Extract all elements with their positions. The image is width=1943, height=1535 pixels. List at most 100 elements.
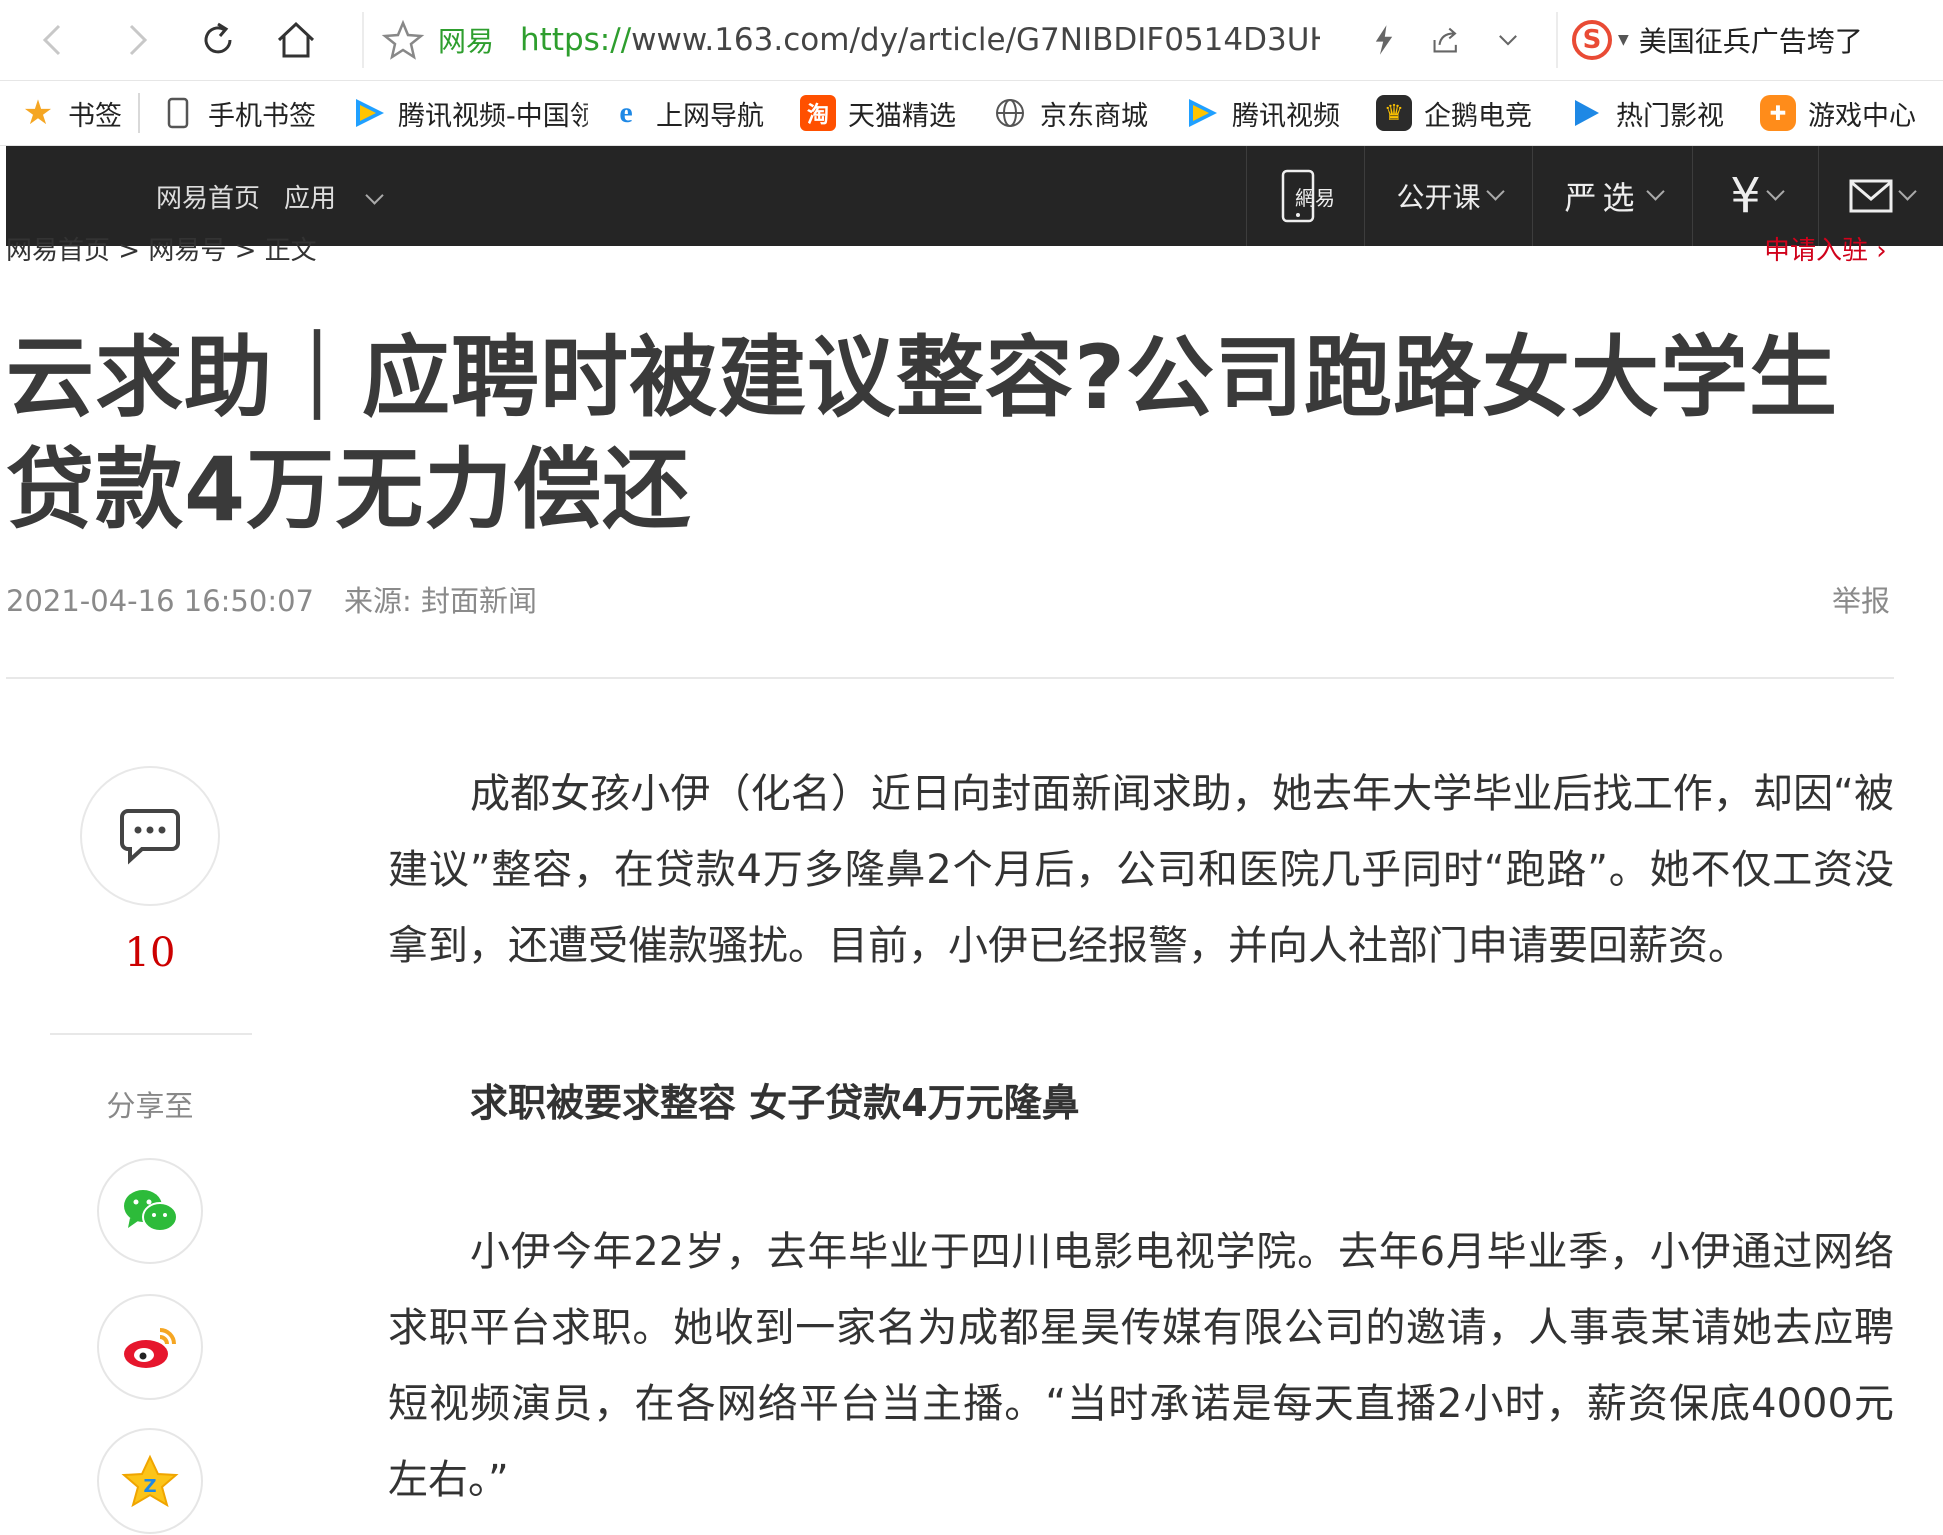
forward-button[interactable] bbox=[108, 12, 164, 68]
gamepad-icon: ✚ bbox=[1760, 95, 1796, 131]
address-bar[interactable]: 网易 https://www.163.com/dy/article/G7NIBD… bbox=[380, 10, 1530, 70]
toolbar-divider bbox=[1556, 12, 1558, 68]
chevron-down-icon bbox=[1485, 181, 1505, 201]
lightning-button[interactable] bbox=[1362, 18, 1406, 62]
breadcrumb[interactable]: 网易首页 > 网易号 > 正文 bbox=[6, 236, 317, 266]
globe-icon bbox=[992, 95, 1028, 131]
bookmarks-bar: ★ 书签 手机书签 腾讯视频-中国领先 e 上网导航 淘 天猫精选 京东商城 腾… bbox=[0, 81, 1943, 146]
yen-icon: ¥ bbox=[1730, 168, 1761, 224]
bookmark-hot-movies[interactable]: 热门影视 bbox=[1548, 81, 1740, 145]
bookmark-label: 企鹅电竞 bbox=[1424, 100, 1532, 132]
mail-icon bbox=[1849, 179, 1893, 213]
nav-open-course[interactable]: 公开课 bbox=[1364, 146, 1533, 246]
article-source[interactable]: 来源: 封面新闻 bbox=[344, 584, 537, 618]
article-paragraph: 成都女孩小伊（化名）近日向封面新闻求助，她去年大学毕业后找工作，却因“被建议”整… bbox=[388, 771, 1894, 969]
share-divider bbox=[50, 1033, 252, 1035]
article-paragraph: 小伊今年22岁，去年毕业于四川电影电视学院。去年6月毕业季，小伊通过网络求职平台… bbox=[388, 1229, 1894, 1503]
penguin-icon: ♛ bbox=[1376, 95, 1412, 131]
netease-logo-text: 網易 bbox=[1295, 185, 1335, 210]
reload-icon bbox=[204, 22, 232, 54]
site-nav-bar: 网易首页 应用 網易 公开课 严选 ¥ bbox=[6, 146, 1943, 246]
share-arrow-icon bbox=[1433, 27, 1457, 53]
svg-text:Z: Z bbox=[143, 1476, 156, 1497]
url-text[interactable]: https://www.163.com/dy/article/G7NIBDIF0… bbox=[520, 22, 1320, 58]
nav-finance[interactable]: ¥ bbox=[1692, 146, 1819, 246]
site-nav-left: 网易首页 应用 bbox=[156, 146, 405, 246]
browser-toolbar: 网易 https://www.163.com/dy/article/G7NIBD… bbox=[0, 0, 1943, 81]
url-path: www.163.com/dy/article/G7NIBDIF0514D3UH. bbox=[631, 22, 1321, 58]
bookmark-label: 腾讯视频 bbox=[1232, 100, 1340, 132]
comment-count[interactable]: 10 bbox=[80, 930, 220, 976]
sogou-search-icon[interactable]: S bbox=[1572, 20, 1612, 60]
share-page-button[interactable] bbox=[1424, 18, 1468, 62]
comment-bubble-icon bbox=[120, 809, 180, 865]
play-icon bbox=[1568, 95, 1604, 131]
bookmark-label: 京东商城 bbox=[1040, 100, 1148, 132]
home-icon bbox=[277, 21, 315, 58]
chevron-down-icon bbox=[1898, 181, 1917, 201]
bookmark-tencent-video-portal[interactable]: 腾讯视频-中国领先 bbox=[332, 81, 588, 145]
apply-join-link[interactable]: 申请入驻 › bbox=[1764, 236, 1887, 266]
search-suggestion-text[interactable]: 美国征兵广告垮了 bbox=[1639, 20, 1863, 60]
toolbar-divider bbox=[362, 12, 364, 68]
forward-arrow-icon bbox=[129, 24, 148, 56]
url-scheme: https:// bbox=[520, 22, 632, 58]
bookmark-star-icon[interactable] bbox=[380, 17, 426, 63]
bookmark-label: 腾讯视频-中国领先 bbox=[398, 100, 588, 132]
taobao-icon: 淘 bbox=[800, 95, 836, 131]
article-subheading: 求职被要求整容 女子贷款4万元隆鼻 bbox=[470, 1081, 1080, 1125]
bookmark-web-nav[interactable]: e 上网导航 bbox=[588, 81, 780, 145]
article-meta: 2021-04-16 16:50:07 来源: 封面新闻 bbox=[6, 578, 537, 620]
back-button[interactable] bbox=[26, 12, 82, 68]
share-weibo-button[interactable] bbox=[97, 1294, 203, 1400]
bookmark-tencent-video[interactable]: 腾讯视频 bbox=[1164, 81, 1356, 145]
nav-yanxuan[interactable]: 严选 bbox=[1532, 146, 1693, 246]
bookmark-label: 书签 bbox=[68, 100, 122, 132]
apply-join-label: 申请入驻 bbox=[1764, 236, 1869, 266]
chevron-right-icon: › bbox=[1876, 236, 1887, 266]
chevron-down-icon bbox=[1766, 181, 1785, 201]
bookmark-tmall[interactable]: 淘 天猫精选 bbox=[780, 81, 972, 145]
ie-icon: e bbox=[619, 96, 633, 129]
nav-mobile-netease[interactable]: 網易 bbox=[1246, 146, 1365, 246]
chevron-down-icon bbox=[1645, 181, 1665, 201]
bookmark-bookmarks[interactable]: ★ 书签 bbox=[0, 81, 138, 145]
site-name-label: 网易 bbox=[438, 25, 495, 58]
tencent-video-icon bbox=[1184, 95, 1220, 131]
chevron-down-icon bbox=[1499, 35, 1517, 46]
nav-apps-menu[interactable]: 应用 bbox=[284, 178, 384, 215]
reload-button[interactable] bbox=[190, 12, 246, 68]
address-dropdown-button[interactable] bbox=[1486, 18, 1530, 62]
bookmark-label: 天猫精选 bbox=[848, 100, 956, 132]
nav-home-link[interactable]: 网易首页 bbox=[156, 178, 260, 215]
search-engine-dropdown-icon[interactable]: ▼ bbox=[1618, 32, 1629, 48]
bookmark-jd[interactable]: 京东商城 bbox=[972, 81, 1164, 145]
qzone-star-icon: Z bbox=[121, 1454, 179, 1508]
nav-open-course-label: 公开课 bbox=[1396, 181, 1481, 214]
share-label: 分享至 bbox=[106, 1089, 194, 1123]
tencent-video-icon bbox=[352, 95, 386, 131]
header-divider bbox=[6, 677, 1894, 679]
lightning-icon bbox=[1375, 25, 1393, 55]
nav-yanxuan-label: 严选 bbox=[1564, 179, 1641, 217]
bookmark-penguin-esports[interactable]: ♛ 企鹅电竞 bbox=[1356, 81, 1548, 145]
nav-apps-label: 应用 bbox=[284, 183, 337, 214]
share-wechat-button[interactable] bbox=[97, 1158, 203, 1264]
comment-button[interactable] bbox=[80, 766, 220, 906]
bookmark-game-center[interactable]: ✚ 游戏中心 bbox=[1740, 81, 1932, 145]
bookmark-label: 热门影视 bbox=[1616, 100, 1724, 132]
share-qzone-button[interactable]: Z bbox=[97, 1428, 203, 1534]
phone-icon bbox=[160, 95, 196, 131]
search-engine-box[interactable]: S ▼ 美国征兵广告垮了 bbox=[1572, 12, 1943, 68]
back-arrow-icon bbox=[42, 24, 61, 56]
publish-datetime: 2021-04-16 16:50:07 bbox=[6, 584, 314, 618]
nav-mail[interactable] bbox=[1818, 146, 1943, 246]
report-link[interactable]: 举报 bbox=[1832, 578, 1890, 620]
chevron-down-icon bbox=[365, 185, 384, 205]
bookmark-mobile[interactable]: 手机书签 bbox=[140, 81, 332, 145]
star-icon: ★ bbox=[22, 93, 54, 133]
bookmark-label: 手机书签 bbox=[208, 100, 316, 132]
article-title: 云求助｜应聘时被建议整容?公司跑路女大学生贷款4万无力偿还 bbox=[6, 326, 1839, 541]
bookmark-label: 上网导航 bbox=[656, 100, 764, 132]
home-button[interactable] bbox=[268, 12, 324, 68]
